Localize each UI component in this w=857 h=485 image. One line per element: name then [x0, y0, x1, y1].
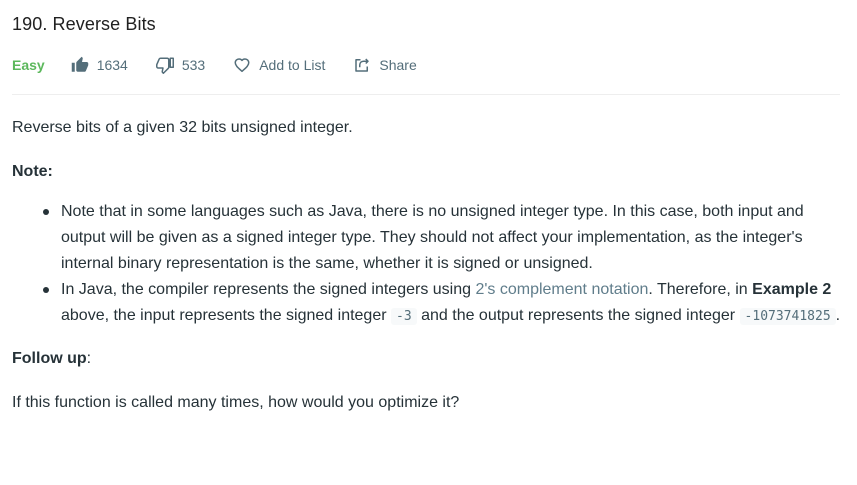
note-bullet-2-text: .	[835, 307, 841, 324]
dislike-count: 533	[181, 57, 206, 73]
list-item: In Java, the compiler represents the sig…	[43, 277, 847, 330]
follow-up-heading: Follow up:	[12, 346, 847, 372]
inline-code-input: -3	[391, 308, 417, 325]
note-bullet-2-text: . Therefore, in	[648, 281, 753, 298]
list-item: Note that in some languages such as Java…	[43, 199, 847, 277]
difficulty-badge: Easy	[12, 57, 45, 73]
note-bullet-2-text: In Java, the compiler represents the sig…	[61, 281, 476, 298]
follow-up-colon: :	[86, 350, 92, 367]
follow-up-text: If this function is called many times, h…	[12, 394, 460, 411]
share-icon	[353, 56, 371, 74]
follow-up-label: Follow up	[12, 350, 87, 367]
problem-description: Reverse bits of a given 32 bits unsigned…	[12, 115, 847, 416]
note-bullet-2-text: and the output represents the signed int…	[416, 307, 740, 324]
example-2-ref: Example 2	[752, 281, 832, 298]
note-bullet-1-text: Note that in some languages such as Java…	[61, 203, 804, 272]
note-bullet-2-text: above, the input represents the signed i…	[61, 307, 391, 324]
note-list: Note that in some languages such as Java…	[12, 199, 847, 330]
twos-complement-link[interactable]: 2's complement notation	[475, 281, 648, 298]
heart-icon	[233, 56, 251, 74]
share-label: Share	[379, 57, 417, 73]
add-to-list-button[interactable]: Add to List	[233, 56, 325, 74]
share-button[interactable]: Share	[353, 56, 417, 74]
like-button[interactable]: 1634	[71, 56, 128, 74]
inline-code-output: -1073741825	[739, 308, 836, 325]
problem-title: 190. Reverse Bits	[12, 14, 156, 34]
thumbs-down-icon	[155, 56, 174, 74]
problem-meta-bar: Easy 1634 533 Add to List Share	[12, 55, 445, 75]
add-to-list-label: Add to List	[259, 57, 326, 73]
like-count: 1634	[96, 57, 128, 73]
thumbs-up-icon	[71, 56, 89, 74]
divider	[12, 94, 840, 95]
dislike-button[interactable]: 533	[155, 56, 206, 74]
intro-paragraph: Reverse bits of a given 32 bits unsigned…	[12, 119, 353, 136]
note-heading: Note:	[12, 163, 53, 180]
